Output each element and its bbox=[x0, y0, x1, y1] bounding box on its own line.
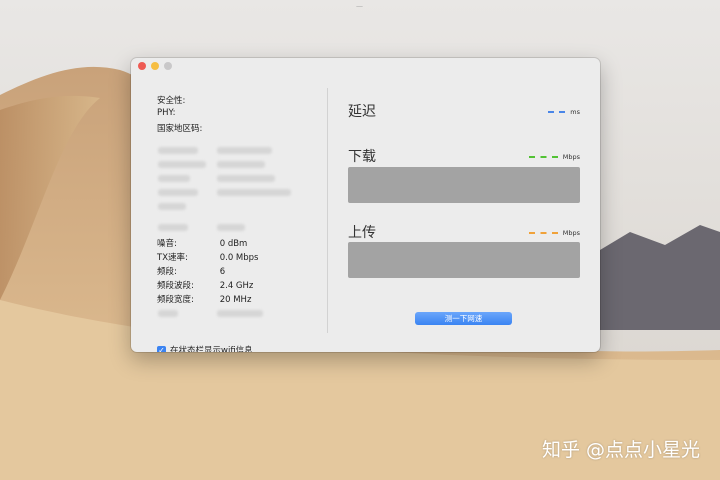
channel-label: 频段: bbox=[157, 267, 177, 277]
upload-series-line bbox=[528, 232, 558, 234]
channel-width-row: 频段宽度: 20 MHz bbox=[157, 293, 251, 305]
latency-title: 延迟 bbox=[348, 104, 376, 120]
upload-unit: Mbps bbox=[562, 229, 580, 237]
wifi-info-window: 安全性: PHY: 国家地区码: 噪音: 0 dBm TX速率: 0.0 Mbp… bbox=[131, 58, 600, 352]
channel-width-value: 20 MHz bbox=[219, 295, 252, 305]
show-in-menubar-option[interactable]: ✓ 在状态栏显示wifi信息 bbox=[157, 344, 253, 352]
download-series-line bbox=[528, 156, 558, 158]
channel-band-label: 频段波段: bbox=[157, 281, 194, 291]
upload-graph bbox=[348, 242, 580, 278]
show-in-menubar-label: 在状态栏显示wifi信息 bbox=[170, 346, 253, 352]
noise-value: 0 dBm bbox=[219, 239, 248, 249]
tx-rate-label: TX速率: bbox=[157, 253, 188, 263]
latency-unit: ms bbox=[570, 108, 580, 116]
security-label: 安全性: bbox=[157, 96, 186, 106]
zoom-window-button[interactable] bbox=[164, 62, 172, 70]
phy-label: PHY: bbox=[157, 108, 176, 118]
country-code-row: 国家地区码: bbox=[157, 122, 217, 134]
speed-test-panel: 延迟 ms 下载 Mbps 上传 Mbps 测一下网速 bbox=[328, 76, 600, 352]
noise-label: 噪音: bbox=[157, 239, 177, 249]
channel-width-label: 频段宽度: bbox=[157, 295, 194, 305]
redacted-label bbox=[158, 189, 198, 196]
speed-test-button[interactable]: 测一下网速 bbox=[415, 312, 512, 325]
redacted-value bbox=[217, 175, 275, 182]
download-unit: Mbps bbox=[562, 153, 580, 161]
close-window-button[interactable] bbox=[138, 62, 146, 70]
upload-legend: Mbps bbox=[528, 229, 580, 237]
redacted-value bbox=[217, 147, 272, 154]
redacted-label bbox=[158, 203, 186, 210]
minimize-window-button[interactable] bbox=[151, 62, 159, 70]
latency-legend: ms bbox=[548, 108, 580, 116]
tx-rate-row: TX速率: 0.0 Mbps bbox=[157, 251, 258, 263]
noise-row: 噪音: 0 dBm bbox=[157, 237, 247, 249]
window-titlebar[interactable] bbox=[131, 58, 600, 76]
redacted-value bbox=[217, 310, 263, 317]
download-legend: Mbps bbox=[528, 153, 580, 161]
upload-title: 上传 bbox=[348, 225, 376, 241]
zhihu-watermark: 知乎 @点点小星光 bbox=[541, 439, 700, 461]
redacted-label bbox=[158, 224, 188, 231]
latency-series-line bbox=[548, 111, 566, 113]
show-in-menubar-checkbox[interactable]: ✓ bbox=[157, 345, 166, 352]
redacted-value bbox=[217, 161, 265, 168]
country-code-label: 国家地区码: bbox=[157, 124, 203, 134]
redacted-label bbox=[158, 310, 178, 317]
redacted-value bbox=[217, 189, 291, 196]
redacted-label bbox=[158, 161, 206, 168]
redacted-value bbox=[217, 224, 245, 231]
security-row: 安全性: bbox=[157, 94, 217, 106]
wifi-details-panel: 安全性: PHY: 国家地区码: 噪音: 0 dBm TX速率: 0.0 Mbp… bbox=[131, 76, 327, 352]
tx-rate-value: 0.0 Mbps bbox=[219, 253, 259, 263]
channel-band-value: 2.4 GHz bbox=[219, 281, 254, 291]
redacted-label bbox=[158, 175, 190, 182]
top-watermark: — bbox=[356, 2, 364, 10]
redacted-label bbox=[158, 147, 198, 154]
phy-row: PHY: bbox=[157, 108, 217, 118]
channel-band-row: 频段波段: 2.4 GHz bbox=[157, 279, 253, 291]
download-title: 下载 bbox=[348, 149, 376, 165]
channel-row: 频段: 6 bbox=[157, 265, 225, 277]
download-graph bbox=[348, 167, 580, 203]
channel-value: 6 bbox=[219, 267, 226, 277]
